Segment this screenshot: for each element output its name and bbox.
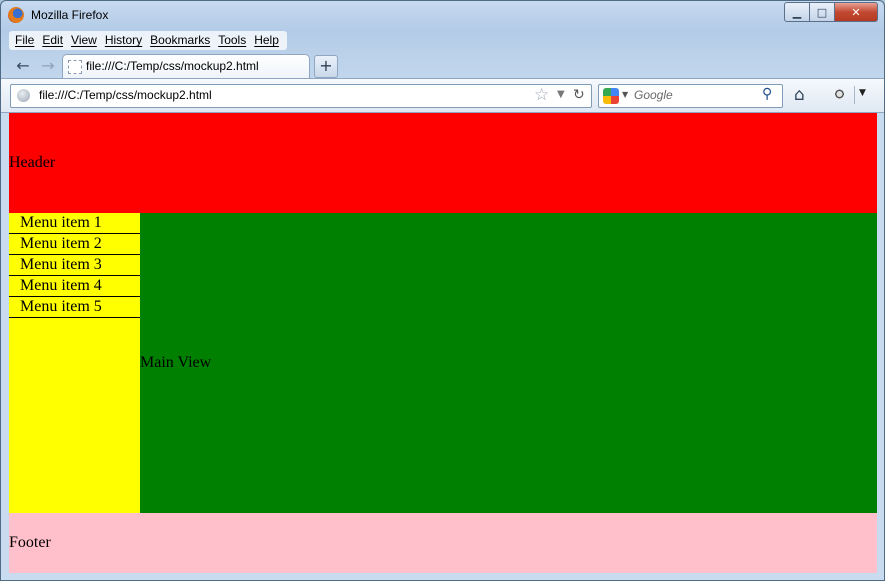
main-view-text: Main View: [140, 354, 212, 371]
firefox-logo-icon: [8, 7, 24, 23]
menu-tools[interactable]: Tools: [215, 31, 251, 50]
menu-help[interactable]: Help: [251, 31, 284, 50]
reload-icon[interactable]: ↻: [573, 87, 585, 103]
menu-history[interactable]: History: [102, 31, 147, 50]
page-content: Header Menu item 1 Menu item 2 Menu item…: [9, 113, 877, 573]
toolbar-divider: [854, 86, 855, 104]
toolbar-menu-chevron-icon[interactable]: ▼: [859, 88, 866, 98]
header-text: Header: [9, 154, 56, 171]
window-controls: ▁ □ ✕: [784, 2, 878, 22]
tab-mockup2[interactable]: file:///C:/Temp/css/mockup2.html: [62, 54, 310, 79]
tab-strip: ← → file:///C:/Temp/css/mockup2.html +: [1, 53, 884, 79]
address-bar[interactable]: file:///C:/Temp/css/mockup2.html ☆ ▼ ↻: [10, 84, 592, 108]
minimize-button[interactable]: ▁: [784, 2, 810, 22]
page-header: Header: [9, 113, 877, 213]
address-text[interactable]: file:///C:/Temp/css/mockup2.html: [39, 88, 212, 102]
blank-page-icon: [68, 60, 82, 74]
menu-view[interactable]: View: [68, 31, 102, 50]
browser-window: Mozilla Firefox ▁ □ ✕ File Edit View His…: [0, 0, 885, 581]
google-logo-icon[interactable]: [603, 88, 619, 104]
menu-item-4[interactable]: Menu item 4: [9, 276, 140, 297]
footer-text: Footer: [9, 534, 51, 551]
menu-bookmarks[interactable]: Bookmarks: [147, 31, 215, 50]
page-footer: Footer: [9, 513, 877, 573]
navigation-toolbar: file:///C:/Temp/css/mockup2.html ☆ ▼ ↻ ▼…: [1, 78, 884, 113]
main-view: Main View: [140, 213, 877, 513]
forward-arrow-icon[interactable]: →: [38, 57, 58, 75]
back-arrow-icon[interactable]: ←: [13, 57, 33, 75]
close-button[interactable]: ✕: [835, 2, 878, 22]
addon-icon[interactable]: [832, 88, 847, 100]
search-bar: ▼ ⚲: [598, 84, 783, 108]
history-dropdown-icon[interactable]: ▼: [557, 89, 565, 100]
sidebar-menu: Menu item 1 Menu item 2 Menu item 3 Menu…: [9, 213, 140, 513]
menu-item-2[interactable]: Menu item 2: [9, 234, 140, 255]
bookmark-star-icon[interactable]: ☆: [534, 85, 549, 105]
search-input[interactable]: [634, 87, 754, 103]
menu-file[interactable]: File: [12, 31, 39, 50]
engine-dropdown-icon[interactable]: ▼: [622, 90, 628, 99]
window-title: Mozilla Firefox: [31, 8, 109, 22]
menu-bar: File Edit View History Bookmarks Tools H…: [9, 31, 287, 50]
tab-label: file:///C:/Temp/css/mockup2.html: [86, 59, 259, 73]
menu-item-1[interactable]: Menu item 1: [9, 213, 140, 234]
globe-icon: [17, 89, 30, 102]
menu-item-3[interactable]: Menu item 3: [9, 255, 140, 276]
maximize-button[interactable]: □: [810, 2, 835, 22]
menu-edit[interactable]: Edit: [39, 31, 68, 50]
home-icon[interactable]: ⌂: [794, 85, 805, 105]
magnifier-icon[interactable]: ⚲: [762, 86, 772, 102]
new-tab-button[interactable]: +: [314, 55, 338, 78]
title-bar[interactable]: Mozilla Firefox ▁ □ ✕: [1, 1, 884, 29]
menu-item-5[interactable]: Menu item 5: [9, 297, 140, 318]
